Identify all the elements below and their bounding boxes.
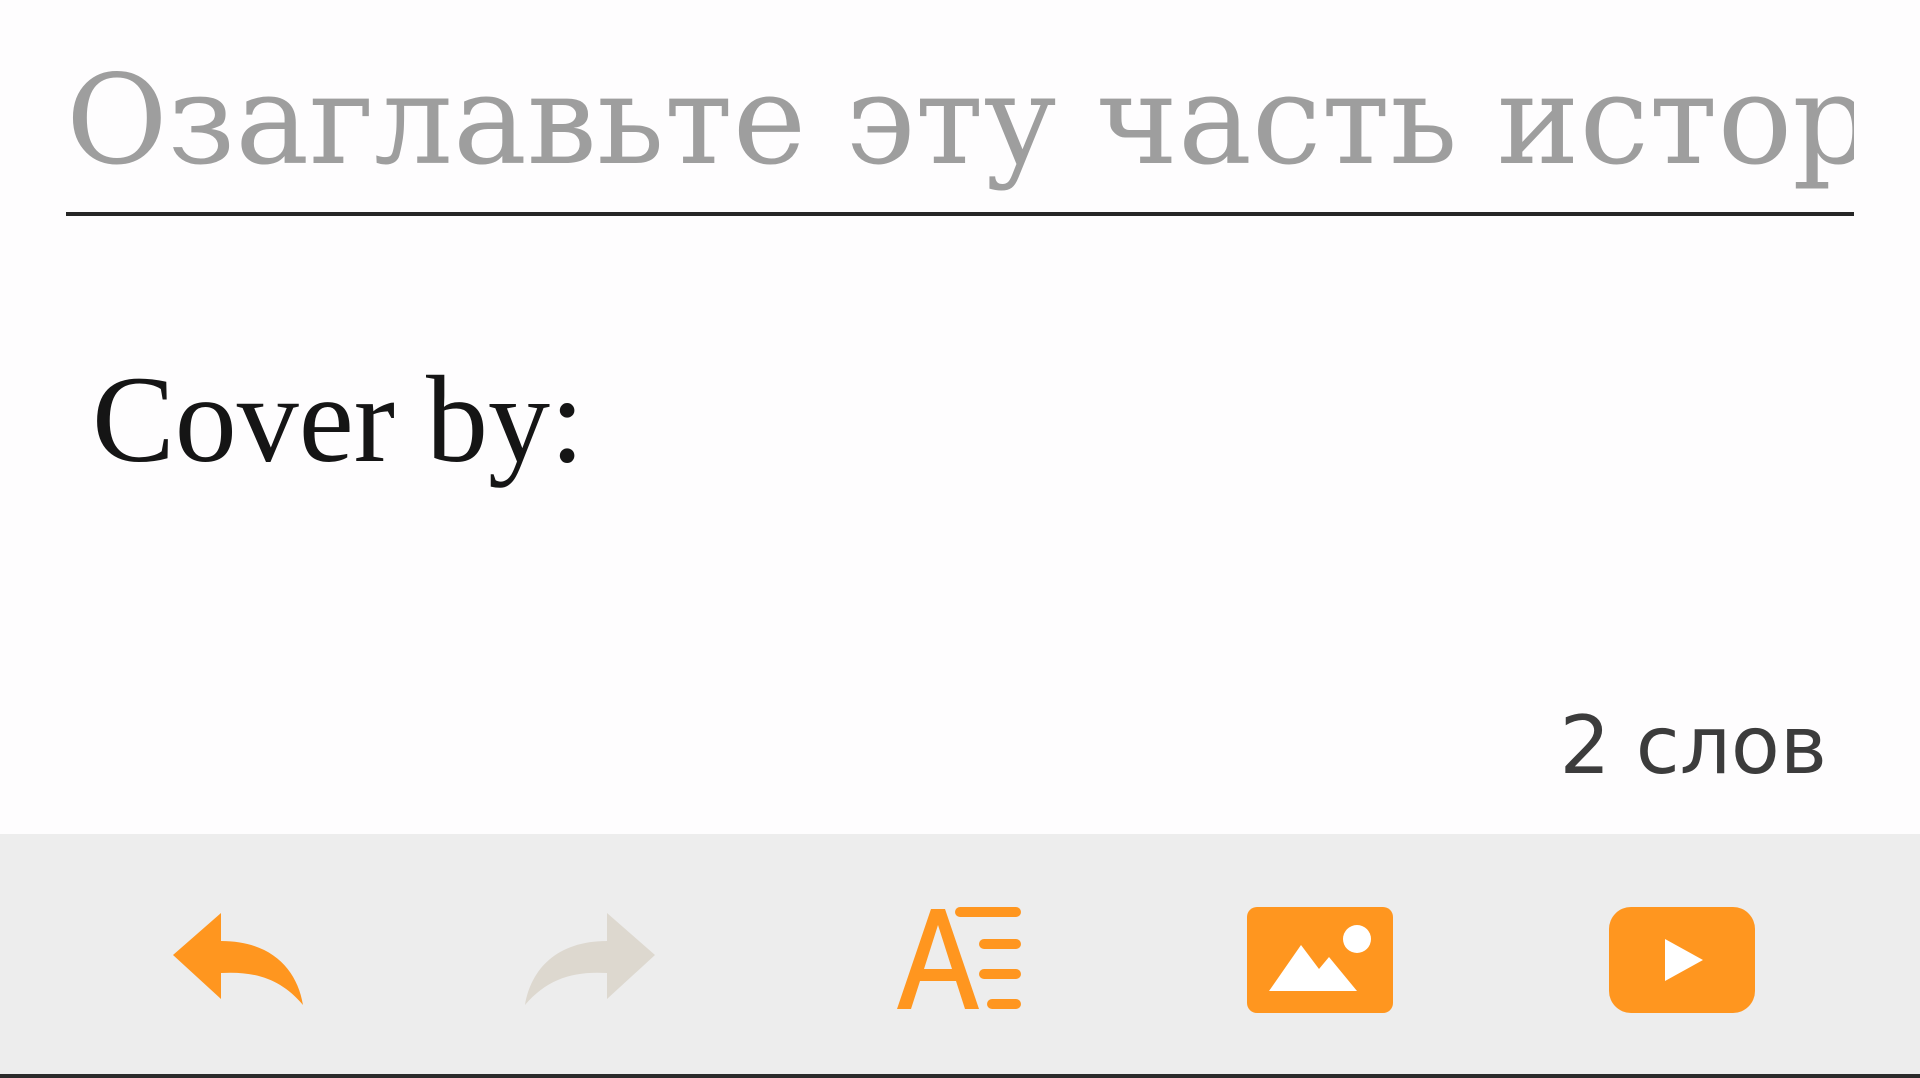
redo-button[interactable] xyxy=(504,890,684,1030)
text-format-button[interactable] xyxy=(868,890,1048,1030)
insert-image-button[interactable] xyxy=(1230,890,1410,1030)
word-count-label: 2 слов xyxy=(1559,699,1827,792)
image-icon xyxy=(1247,907,1393,1013)
insert-video-button[interactable] xyxy=(1592,890,1772,1030)
part-title-input[interactable] xyxy=(66,30,1854,212)
part-title-field-wrapper xyxy=(66,30,1854,216)
story-body-text[interactable]: Cover by: xyxy=(92,358,585,482)
redo-arrow-icon xyxy=(525,913,655,1005)
toolbar-bottom-divider xyxy=(0,1074,1920,1078)
text-format-icon xyxy=(897,907,1021,1009)
editor-toolbar xyxy=(0,834,1920,1078)
video-play-icon xyxy=(1609,907,1755,1013)
undo-button[interactable] xyxy=(144,890,324,1030)
undo-arrow-icon xyxy=(173,913,303,1005)
